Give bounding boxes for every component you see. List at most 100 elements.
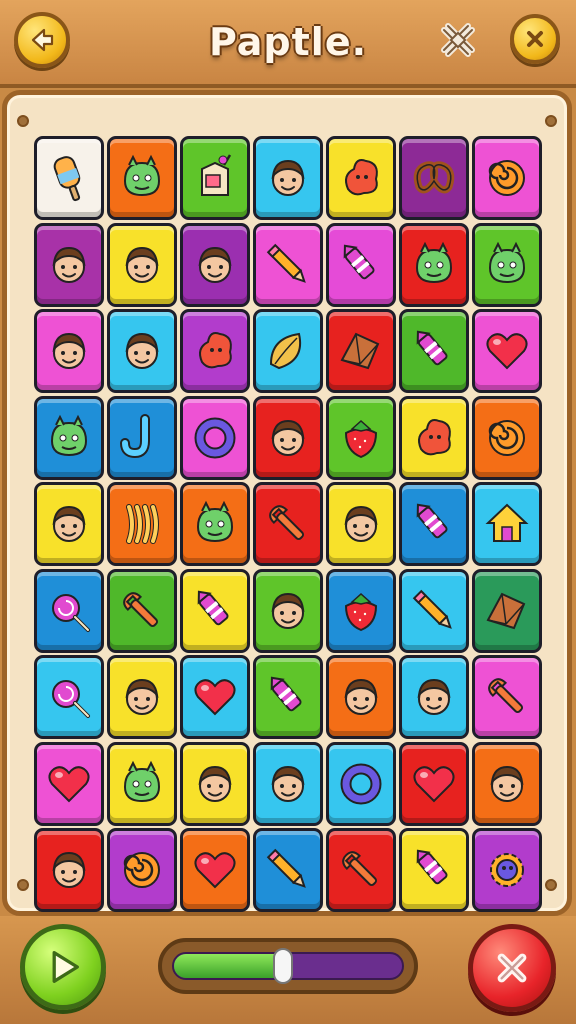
tile-pencil[interactable] xyxy=(253,828,323,912)
tile-noodles[interactable] xyxy=(107,482,177,566)
progress-knob[interactable] xyxy=(273,948,294,984)
knot-icon[interactable] xyxy=(434,16,482,64)
tile-monster-head[interactable] xyxy=(34,395,104,480)
tile-crayon[interactable] xyxy=(180,568,250,653)
tile-monster-head[interactable] xyxy=(107,741,177,826)
blob-icon xyxy=(199,332,232,369)
tile-ring[interactable] xyxy=(180,395,250,480)
face-icon xyxy=(52,332,86,369)
tile-wrench[interactable] xyxy=(107,568,177,653)
tile-heart[interactable] xyxy=(34,741,104,826)
tile-strawberry[interactable] xyxy=(326,395,396,480)
crayon-icon xyxy=(270,676,302,712)
tile-hook[interactable] xyxy=(107,395,177,480)
tile-swirl[interactable] xyxy=(107,828,177,912)
tile-blob[interactable] xyxy=(326,136,396,220)
tile-monster-head[interactable] xyxy=(180,482,250,566)
face-icon xyxy=(417,678,451,715)
tile-face[interactable] xyxy=(34,309,104,393)
progress-bar[interactable] xyxy=(158,938,418,994)
tile-monster-head[interactable] xyxy=(399,222,469,307)
play-button[interactable] xyxy=(20,924,106,1010)
leaf-icon xyxy=(269,332,301,370)
crayon-icon xyxy=(416,330,448,366)
lollipop-icon xyxy=(52,593,90,632)
tile-lollipop[interactable] xyxy=(34,655,104,739)
header-close-button[interactable] xyxy=(510,14,560,64)
hook-icon xyxy=(120,413,150,458)
close-button[interactable] xyxy=(468,924,556,1012)
tile-swirl[interactable] xyxy=(472,136,542,220)
screw-decoration xyxy=(545,115,557,127)
bottom-bar xyxy=(0,916,576,1024)
tile-face[interactable] xyxy=(253,136,323,220)
tile-swirl[interactable] xyxy=(472,395,542,480)
tile-face[interactable] xyxy=(180,741,250,826)
tile-wrench[interactable] xyxy=(472,655,542,739)
tile-face[interactable] xyxy=(326,655,396,739)
tile-heart[interactable] xyxy=(399,741,469,826)
monster-head-icon xyxy=(123,760,161,802)
tile-face[interactable] xyxy=(253,568,323,653)
monster-head-icon xyxy=(123,154,161,197)
tile-gear[interactable] xyxy=(472,828,542,912)
tile-blob[interactable] xyxy=(399,395,469,480)
tile-face[interactable] xyxy=(34,828,104,912)
tile-heart[interactable] xyxy=(472,309,542,393)
noodles-icon xyxy=(126,504,159,544)
tile-face[interactable] xyxy=(34,482,104,566)
arrow-left-icon xyxy=(31,28,54,52)
tile-crayon[interactable] xyxy=(399,309,469,393)
tile-crayon[interactable] xyxy=(253,655,323,739)
tile-face[interactable] xyxy=(399,655,469,739)
tile-face[interactable] xyxy=(107,222,177,307)
pencil-icon xyxy=(266,243,306,283)
game-title: Paptle. xyxy=(208,20,368,64)
tile-face[interactable] xyxy=(326,482,396,566)
face-icon xyxy=(344,505,378,542)
tile-crayon[interactable] xyxy=(326,222,396,307)
heart-icon xyxy=(413,765,455,802)
tile-face[interactable] xyxy=(253,395,323,480)
tile-leaf[interactable] xyxy=(253,309,323,393)
tile-face[interactable] xyxy=(107,655,177,739)
house-icon xyxy=(485,503,529,542)
face-icon xyxy=(52,851,86,888)
tile-house[interactable] xyxy=(472,482,542,566)
tile-pencil[interactable] xyxy=(253,222,323,307)
tile-face[interactable] xyxy=(107,309,177,393)
popsicle-icon xyxy=(53,156,81,202)
tile-heart[interactable] xyxy=(180,828,250,912)
wrench-icon xyxy=(342,851,378,887)
back-button[interactable] xyxy=(14,12,70,68)
tile-face[interactable] xyxy=(34,222,104,307)
tile-crayon[interactable] xyxy=(399,482,469,566)
tile-strawberry[interactable] xyxy=(326,568,396,653)
tile-popsicle[interactable] xyxy=(34,136,104,220)
tile-monster-head[interactable] xyxy=(107,136,177,220)
blob-icon xyxy=(345,159,378,196)
tile-face[interactable] xyxy=(472,741,542,826)
tile-ring[interactable] xyxy=(326,741,396,826)
screw-decoration xyxy=(545,879,557,891)
tile-lollipop[interactable] xyxy=(34,568,104,653)
tile-face[interactable] xyxy=(180,222,250,307)
tile-blob[interactable] xyxy=(180,309,250,393)
tile-juice-box[interactable] xyxy=(180,136,250,220)
tile-heart[interactable] xyxy=(180,655,250,739)
tile-crystal[interactable] xyxy=(326,309,396,393)
wrench-icon xyxy=(488,678,524,714)
tile-wrench[interactable] xyxy=(253,482,323,566)
ring-icon xyxy=(340,763,382,804)
tile-wrench[interactable] xyxy=(326,828,396,912)
tile-pencil[interactable] xyxy=(399,568,469,653)
tile-monster-head[interactable] xyxy=(472,222,542,307)
monster-head-icon xyxy=(415,241,453,283)
tile-crystal[interactable] xyxy=(472,568,542,653)
heart-icon xyxy=(194,679,236,716)
tile-crayon[interactable] xyxy=(399,828,469,912)
tile-pretzel[interactable] xyxy=(399,136,469,220)
strawberry-icon xyxy=(344,592,378,631)
tile-face[interactable] xyxy=(253,741,323,826)
face-icon xyxy=(52,246,86,283)
